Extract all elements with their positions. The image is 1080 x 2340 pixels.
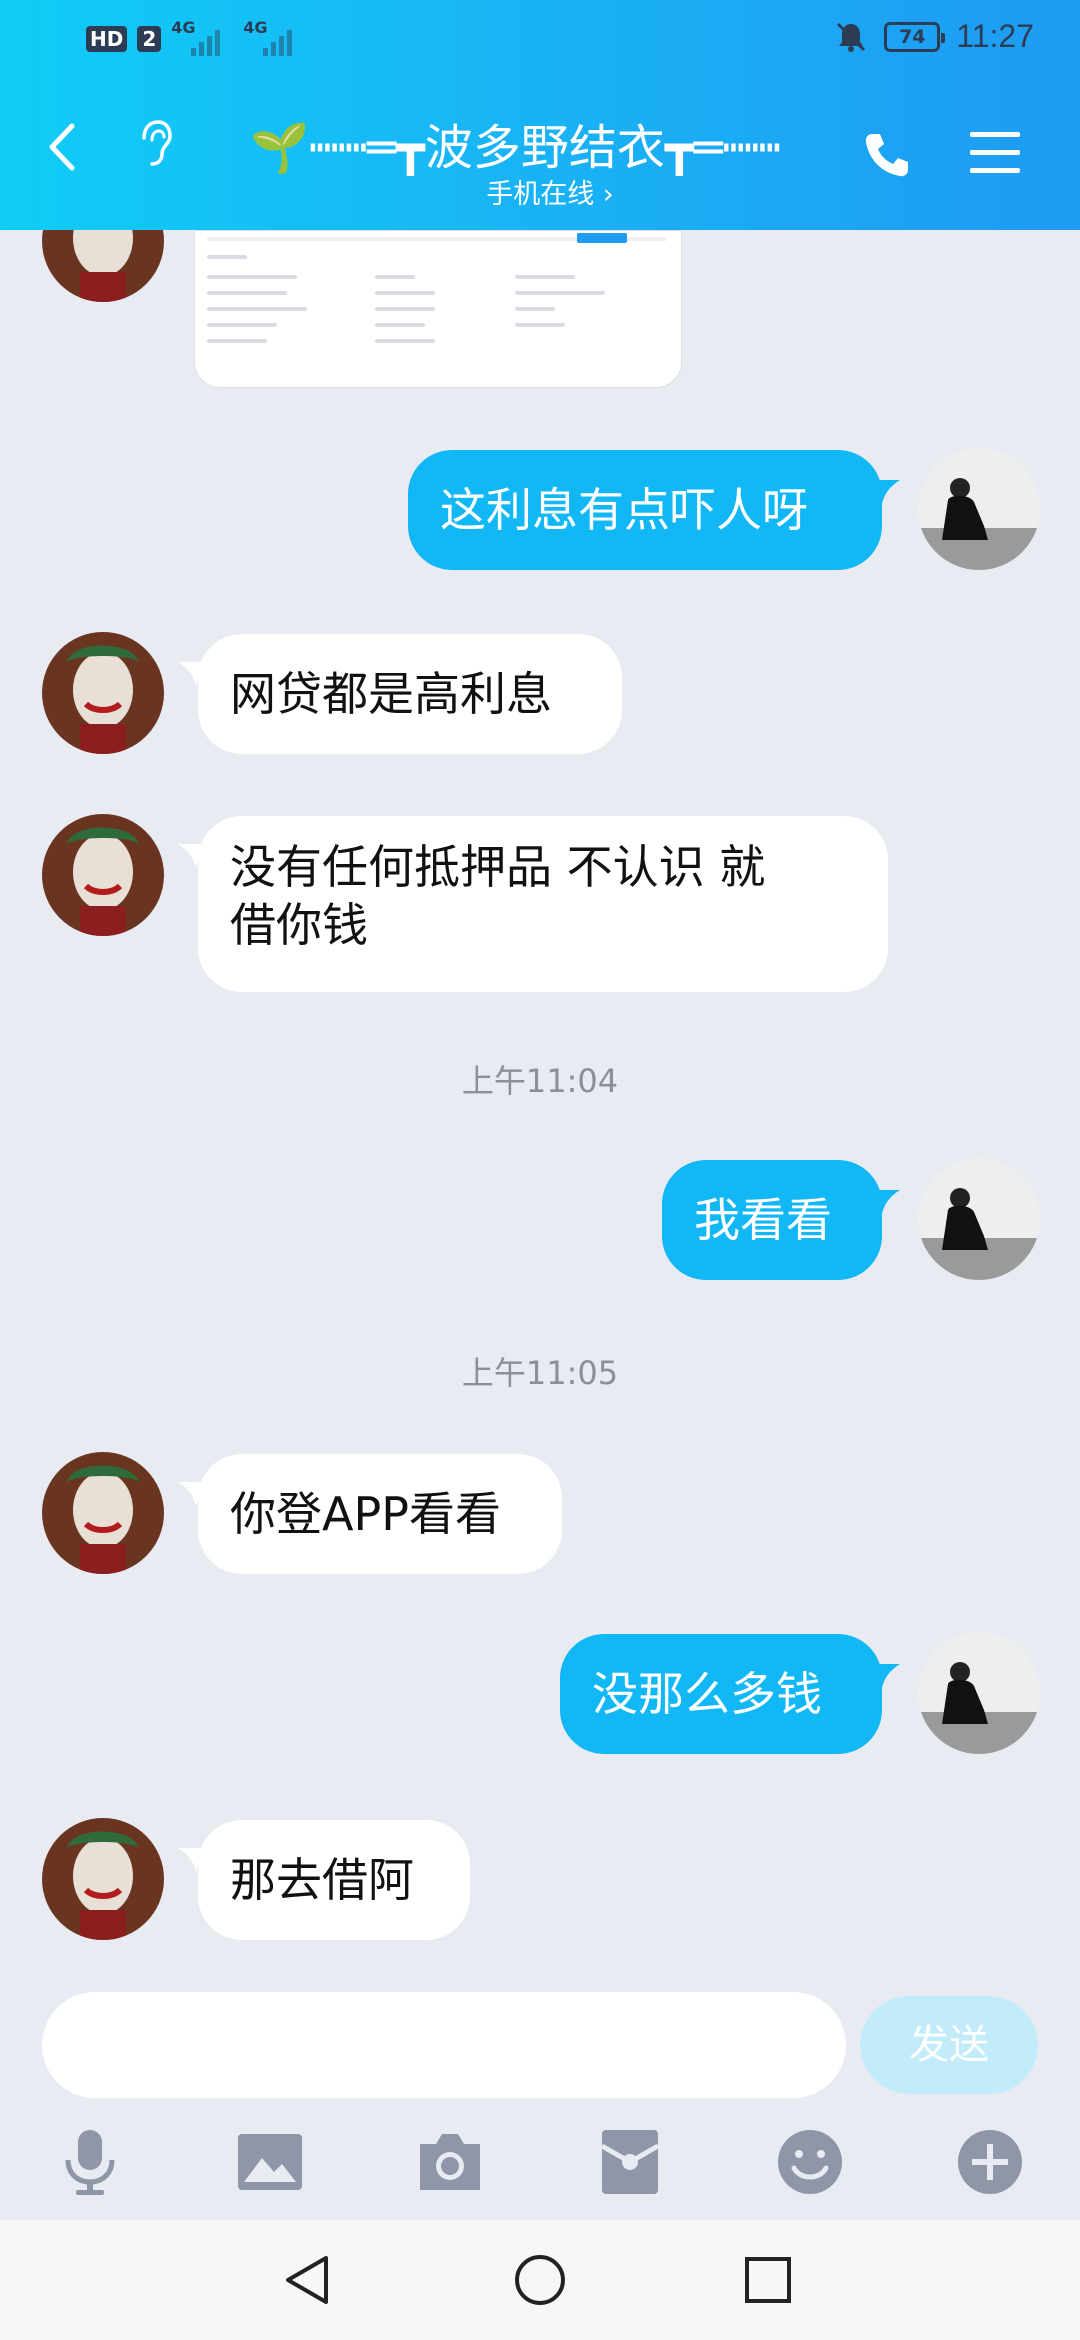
status-right: 74 11:27 (834, 18, 1034, 55)
message-text: 你登APP看看 (230, 1487, 501, 1541)
plus-icon[interactable] (954, 2126, 1026, 2198)
camera-icon[interactable] (414, 2126, 486, 2198)
message-bubble-incoming[interactable]: 那去借阿 (198, 1820, 470, 1940)
mic-icon[interactable] (54, 2126, 126, 2198)
avatar-contact[interactable] (42, 632, 164, 754)
battery-level: 74 (899, 25, 926, 48)
send-button[interactable]: 发送 (860, 1996, 1038, 2094)
message-text: 网贷都是高利息 (230, 667, 552, 721)
avatar-self[interactable] (918, 448, 1040, 570)
message-bubble-incoming[interactable]: 你登APP看看 (198, 1454, 562, 1574)
battery-icon: 74 (884, 21, 946, 52)
bubble-tail (876, 480, 900, 504)
bubble-tail (876, 1190, 900, 1214)
mute-bell-icon (837, 22, 866, 52)
signal-icon: 4G (171, 18, 233, 56)
timestamp: 上午11:05 (461, 1354, 619, 1392)
ear-icon[interactable] (134, 118, 174, 168)
image-message-thumbnail[interactable] (194, 230, 682, 388)
message-text: 那去借阿 (230, 1853, 414, 1907)
phone-icon[interactable] (860, 128, 914, 182)
red-packet-icon[interactable] (594, 2126, 666, 2198)
hd-badge: HD (86, 26, 128, 52)
bubble-tail (876, 1664, 900, 1688)
emoji-icon[interactable] (774, 2126, 846, 2198)
message-text: 我看看 (694, 1193, 832, 1247)
nav-recents-icon[interactable] (738, 2250, 798, 2310)
message-bubble-outgoing[interactable]: 没那么多钱 (560, 1634, 882, 1754)
message-list[interactable]: 这利息有点吓人呀 网贷都是高利息 没有任何抵押品 不认识 就 借你钱 上午11:… (0, 230, 1080, 1990)
message-text: 这利息有点吓人呀 (440, 483, 808, 537)
timestamp: 上午11:04 (461, 1062, 619, 1100)
sim-badge: 2 (137, 26, 162, 52)
signal-icon-2: 4G (243, 18, 305, 56)
menu-icon[interactable] (968, 128, 1022, 178)
chat-title[interactable]: 🌱┉┉═┳波多野结衣┳═┉┉ (205, 108, 825, 176)
message-bubble-incoming[interactable]: 网贷都是高利息 (198, 634, 622, 754)
image-icon[interactable] (234, 2126, 306, 2198)
status-left: HD 2 4G 4G (86, 18, 305, 56)
avatar-contact[interactable] (42, 230, 164, 302)
message-bubble-outgoing[interactable]: 这利息有点吓人呀 (408, 450, 882, 570)
clock: 11:27 (956, 18, 1034, 54)
avatar-contact[interactable] (42, 814, 164, 936)
message-bubble-outgoing[interactable]: 我看看 (662, 1160, 882, 1280)
message-input[interactable] (42, 1992, 846, 2098)
status-bar: HD 2 4G 4G 74 11:27 (0, 0, 1080, 80)
back-icon[interactable] (44, 122, 80, 172)
online-status[interactable]: 手机在线 › (440, 172, 660, 211)
nav-home-icon[interactable] (510, 2250, 570, 2310)
avatar-contact[interactable] (42, 1452, 164, 1574)
avatar-self[interactable] (918, 1158, 1040, 1280)
nav-back-icon[interactable] (278, 2250, 338, 2310)
message-text: 没那么多钱 (592, 1667, 822, 1721)
message-text-line-2: 借你钱 (230, 898, 368, 952)
message-bubble-incoming[interactable]: 没有任何抵押品 不认识 就 借你钱 (198, 816, 888, 992)
message-text-line-1: 没有任何抵押品 不认识 就 (230, 840, 766, 894)
chat-header: HD 2 4G 4G 74 11:27 🌱┉┉═┳波多野结衣┳═┉┉ 手机在线 … (0, 0, 1080, 230)
avatar-contact[interactable] (42, 1818, 164, 1940)
avatar-self[interactable] (918, 1632, 1040, 1754)
